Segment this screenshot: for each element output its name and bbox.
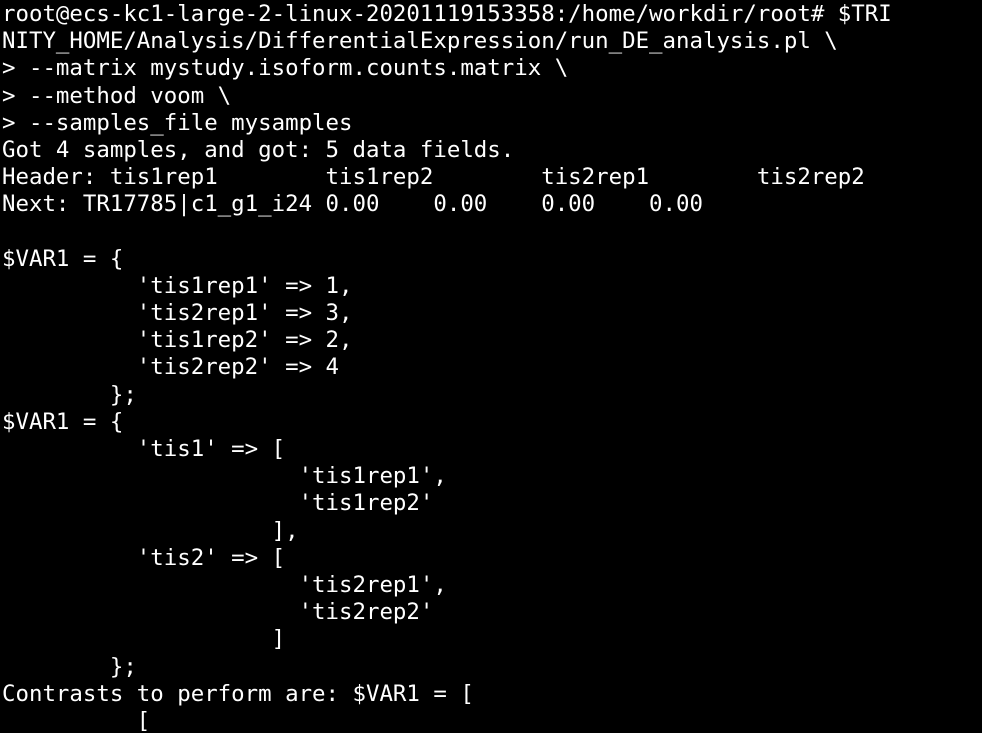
terminal-line-output: ] bbox=[2, 626, 286, 653]
terminal-line-output: }; bbox=[2, 381, 137, 408]
terminal-line-output: ], bbox=[2, 517, 299, 544]
terminal-line-samples-arg: > --samples_file mysamples bbox=[2, 109, 353, 136]
terminal-line-output: 'tis1rep2' => 2, bbox=[2, 327, 353, 354]
terminal-line-output: $VAR1 = { bbox=[2, 408, 124, 435]
terminal-line-output: 'tis2rep2' => 4 bbox=[2, 354, 340, 381]
terminal-window[interactable]: root@ecs-kc1-large-2-linux-2020111915335… bbox=[0, 0, 982, 733]
terminal-line-output: [ bbox=[2, 707, 151, 733]
terminal-line-method-arg: > --method voom \ bbox=[2, 82, 232, 109]
terminal-line-output: 'tis2rep1' => 3, bbox=[2, 300, 353, 327]
terminal-line-command-continued: NITY_HOME/Analysis/DifferentialExpressio… bbox=[2, 28, 838, 55]
terminal-line-output: 'tis1rep1' => 1, bbox=[2, 272, 353, 299]
terminal-line-output: 'tis1rep2' bbox=[2, 490, 434, 517]
terminal-line-prompt-command: root@ecs-kc1-large-2-linux-2020111915335… bbox=[2, 1, 892, 27]
terminal-line-output: }; bbox=[2, 653, 137, 680]
terminal-line-output-next: Next: TR17785|c1_g1_i24 0.00 0.00 0.00 0… bbox=[2, 191, 703, 218]
terminal-line-output: $VAR1 = { bbox=[2, 245, 124, 272]
terminal-line-output: 'tis2' => [ bbox=[2, 544, 286, 571]
terminal-line-output-contrasts: Contrasts to perform are: $VAR1 = [ bbox=[2, 680, 474, 707]
terminal-line-output: 'tis2rep1', bbox=[2, 571, 447, 598]
terminal-line-matrix-arg: > --matrix mystudy.isoform.counts.matrix… bbox=[2, 55, 569, 82]
terminal-line-output-samples: Got 4 samples, and got: 5 data fields. bbox=[2, 136, 515, 163]
terminal-line-output: 'tis1rep1', bbox=[2, 463, 447, 490]
terminal-line-output: 'tis1' => [ bbox=[2, 436, 286, 462]
terminal-line-output-header: Header: tis1rep1 tis1rep2 tis2rep1 tis2r… bbox=[2, 164, 865, 191]
terminal-line-output: 'tis2rep2' bbox=[2, 599, 434, 626]
